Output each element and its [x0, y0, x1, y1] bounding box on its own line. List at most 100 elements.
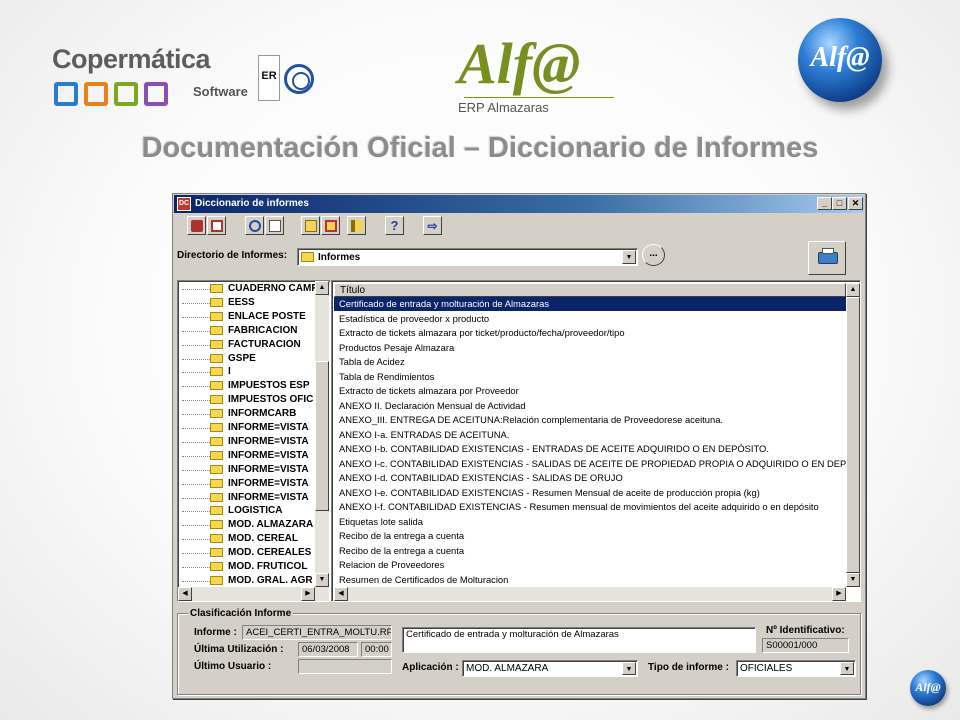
tree-item[interactable]: MOD. FRUTICOL [178, 560, 318, 574]
tree-item-label: EESS [228, 296, 255, 308]
report-list-item[interactable]: Estadística de proveedor x producto [334, 312, 846, 326]
folder-icon [210, 436, 223, 446]
tree-item[interactable]: GSPE [178, 352, 318, 366]
search-button[interactable] [245, 216, 264, 235]
id-field[interactable]: S00001/000 [762, 638, 849, 653]
exit-button[interactable]: ⇨ [423, 216, 442, 235]
report-list-item[interactable]: ANEXO_III. ENTREGA DE ACEITUNA:Relación … [334, 413, 846, 427]
tree-item[interactable]: INFORMCARB [178, 407, 318, 421]
report-list-item[interactable]: Etiquetas lote salida [334, 515, 846, 529]
tree-item[interactable]: INFORME=VISTA [178, 449, 318, 463]
report-list-item[interactable]: Relacion de Proveedores [334, 558, 846, 572]
print-button[interactable] [808, 241, 846, 275]
minimize-button[interactable]: _ [817, 197, 832, 210]
tree-item[interactable]: IMPUESTOS ESP [178, 379, 318, 393]
list-scroll-thumb[interactable] [846, 297, 860, 573]
report-list-item[interactable]: ANEXO I-f. CONTABILIDAD EXISTENCIAS - Re… [334, 500, 846, 514]
report-list-item[interactable]: Extracto de tickets almazara por ticket/… [334, 326, 846, 340]
report-list-item[interactable]: Recibo de la entrega a cuenta [334, 529, 846, 543]
report-list-item[interactable]: Tabla de Rendimientos [334, 370, 846, 384]
scroll-down-arrow-icon[interactable]: ▼ [315, 573, 329, 587]
tree-connector [182, 553, 210, 555]
report-design-button[interactable] [187, 216, 206, 235]
tree-item[interactable]: MOD. GRAL. AGR [178, 574, 318, 588]
list-scroll-up-icon[interactable]: ▲ [846, 283, 860, 297]
list-scroll-down-icon[interactable]: ▼ [846, 573, 860, 587]
report-list-item[interactable]: ANEXO I-d. CONTABILIDAD EXISTENCIAS - SA… [334, 471, 846, 485]
tree-item[interactable]: INFORME=VISTA [178, 421, 318, 435]
folder-icon [301, 252, 314, 262]
scroll-right-arrow-icon[interactable]: ▶ [301, 587, 315, 601]
tree-item[interactable]: INFORME=VISTA [178, 491, 318, 505]
report-list-item[interactable]: Extracto de tickets almazara por Proveed… [334, 384, 846, 398]
report-folder-tree[interactable]: CUADERNO CAMPO EESS ENLACE POSTE FABRICACIO… [177, 280, 331, 602]
description-field[interactable]: Certificado de entrada y molturación de … [402, 627, 756, 653]
report-list-item[interactable]: ANEXO I-c. CONTABILIDAD EXISTENCIAS - SA… [334, 457, 846, 471]
tree-item[interactable]: ENLACE POSTE [178, 310, 318, 324]
chevron-down-icon[interactable]: ▼ [622, 250, 636, 264]
close-button[interactable]: ✕ [848, 197, 863, 210]
copy-button[interactable] [301, 216, 320, 235]
tree-item[interactable]: LOGISTICA [178, 504, 318, 518]
tree-connector [182, 580, 210, 582]
tree-item[interactable]: CUADERNO CAMPO [178, 282, 318, 296]
report-list-item[interactable]: Certificado de entrada y molturación de … [334, 297, 846, 311]
tree-item[interactable]: EESS [178, 296, 318, 310]
last-use-time-field[interactable]: 00:00 [361, 642, 392, 657]
tree-item[interactable]: MOD. CEREAL [178, 532, 318, 546]
sort-button[interactable] [347, 216, 366, 235]
report-list-item[interactable]: Recibo de la entrega a cuenta [334, 544, 846, 558]
tree-item[interactable]: I [178, 365, 318, 379]
tree-item[interactable]: FACTURACION [178, 338, 318, 352]
tree-item[interactable]: MOD. ALMAZARA [178, 518, 318, 532]
list-vertical-scrollbar[interactable]: ▲ ▼ [846, 283, 860, 587]
scroll-left-arrow-icon[interactable]: ◀ [178, 587, 192, 601]
help-button[interactable]: ? [385, 216, 404, 235]
tree-item[interactable]: IMPUESTOS OFIC [178, 393, 318, 407]
report-list-item[interactable]: Tabla de Acidez [334, 355, 846, 369]
tree-item-label: I [228, 366, 231, 378]
browse-button[interactable]: ... [642, 244, 665, 266]
report-type-chevron-icon[interactable]: ▼ [840, 662, 854, 675]
report-list-item[interactable]: ANEXO I-e. CONTABILIDAD EXISTENCIAS - Re… [334, 486, 846, 500]
last-use-date-field[interactable]: 06/03/2008 [298, 642, 358, 657]
tree-item[interactable]: INFORME=VISTA [178, 435, 318, 449]
scroll-up-arrow-icon[interactable]: ▲ [315, 281, 329, 295]
informe-field[interactable]: ACEI_CERTI_ENTRA_MOLTU.RP [242, 625, 392, 640]
tree-horizontal-scrollbar[interactable]: ◀ ▶ [178, 587, 329, 601]
folder-icon [210, 520, 223, 530]
classification-groupbox: Clasificación Informe Informe : ACEI_CER… [177, 608, 861, 695]
maximize-button[interactable]: □ [832, 197, 847, 210]
tree-item[interactable]: INFORME=VISTA [178, 477, 318, 491]
last-user-field[interactable] [298, 659, 392, 674]
folder-icon [210, 534, 223, 544]
list-scroll-left-icon[interactable]: ◀ [334, 587, 348, 601]
application-select[interactable]: MOD. ALMAZARA ▼ [462, 660, 638, 677]
report-list[interactable]: Título Certificado de entrada y molturac… [331, 280, 861, 602]
application-chevron-icon[interactable]: ▼ [622, 662, 636, 675]
preview-button[interactable] [265, 216, 284, 235]
tree-item[interactable]: INFORME=VISTA [178, 463, 318, 477]
report-list-item[interactable]: Resumen de Certificados de Molturacion [334, 573, 846, 587]
list-scroll-right-icon[interactable]: ▶ [832, 587, 846, 601]
app-icon[interactable]: DC [177, 197, 191, 211]
report-list-item[interactable]: ANEXO II. Declaración Mensual de Activid… [334, 399, 846, 413]
tree-scroll-thumb[interactable] [315, 361, 329, 511]
directory-select[interactable]: Informes ▼ [297, 248, 638, 266]
square-orange [84, 82, 108, 106]
report-list-item[interactable]: ANEXO I-a. ENTRADAS DE ACEITUNA. [334, 428, 846, 442]
delete-button[interactable] [321, 216, 340, 235]
list-horizontal-scrollbar[interactable]: ◀ ▶ [334, 587, 846, 601]
classification-title: Clasificación Informe [188, 608, 294, 619]
certification-er-badge: ER [258, 55, 280, 101]
directory-value: Informes [318, 252, 361, 263]
report-edit-button[interactable] [207, 216, 226, 235]
tree-vertical-scrollbar[interactable]: ▲ ▼ [315, 281, 329, 587]
window-titlebar[interactable]: DC Diccionario de informes _ □ ✕ [174, 195, 864, 213]
report-list-item[interactable]: Productos Pesaje Almazara [334, 341, 846, 355]
report-list-item[interactable]: ANEXO I-b. CONTABILIDAD EXISTENCIAS - EN… [334, 442, 846, 456]
report-type-select[interactable]: OFICIALES ▼ [736, 660, 856, 677]
tree-item[interactable]: FABRICACION [178, 324, 318, 338]
tree-item[interactable]: MOD. CEREALES [178, 546, 318, 560]
column-header-title[interactable]: Título [334, 283, 846, 297]
